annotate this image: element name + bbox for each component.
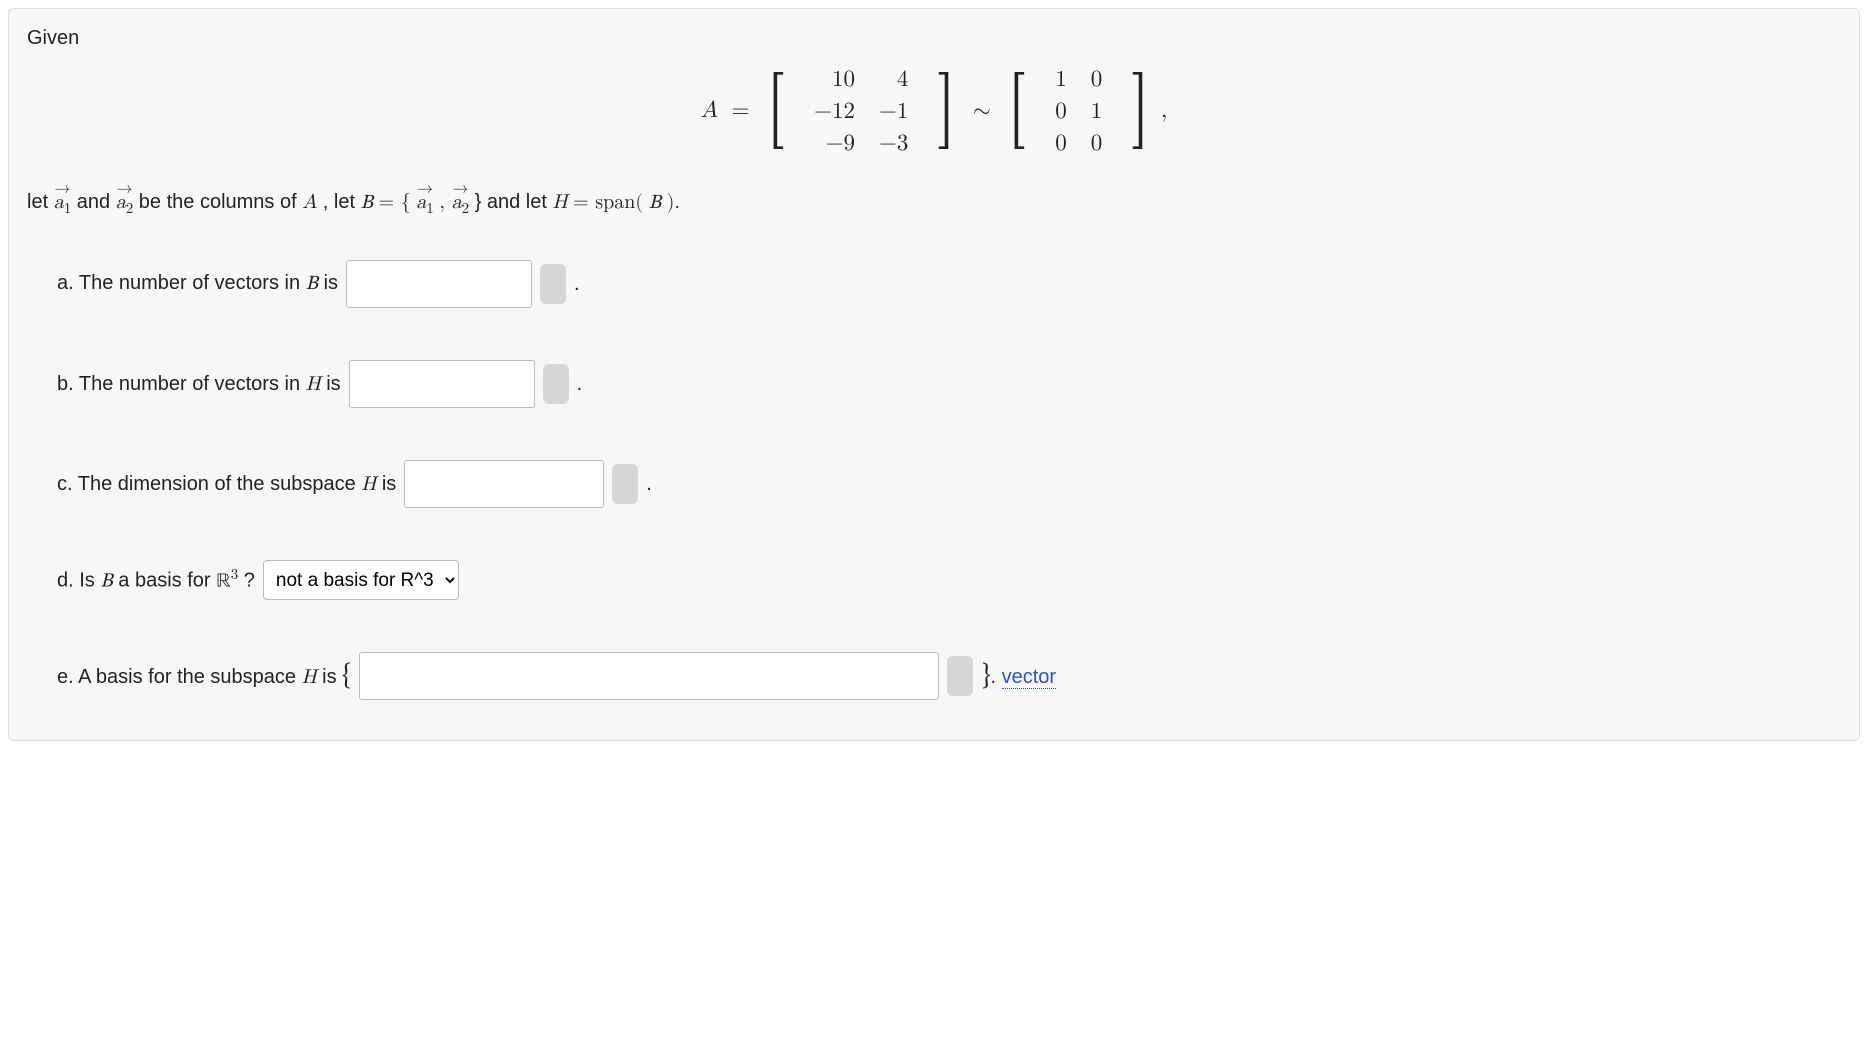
definitions-line: let a1 and a2 be the columns of A , let … (27, 190, 1841, 218)
vector-a2-set: a (452, 190, 462, 214)
sub-2: 2 (462, 201, 470, 216)
text: is (322, 666, 342, 688)
sub-1: 1 (426, 201, 434, 216)
var-B-script: B (649, 193, 661, 213)
text: is (326, 373, 340, 395)
var-H: H (552, 192, 567, 212)
period: . (577, 373, 583, 396)
R-0-1: 0 (1079, 64, 1115, 96)
vector-a2: a (116, 190, 126, 214)
text: a basis for (118, 569, 216, 591)
question-a: a. The number of vectors in B is . (57, 260, 1841, 308)
R-2-1: 0 (1079, 128, 1115, 160)
A-1-0: −12 (802, 96, 867, 128)
matrix-A: [ 104 −12−1 −9−3 ] (763, 62, 959, 162)
preview-c-button[interactable] (612, 464, 638, 504)
left-brace: { (342, 662, 351, 690)
text: = span( (573, 192, 643, 212)
question-b: b. The number of vectors in H is . (57, 360, 1841, 408)
equals-sign: = (732, 99, 750, 122)
tilde-sign: ∼ (973, 99, 991, 122)
var-B-script: B (100, 571, 112, 591)
var-B-script: B (361, 193, 373, 213)
preview-a-button[interactable] (540, 264, 566, 304)
qe-label: e. A basis for the subspace (57, 666, 302, 688)
sub-1: 1 (64, 201, 72, 216)
question-d: d. Is B a basis for ℝ3 ? not a basis for… (57, 560, 1841, 600)
text: let (27, 191, 54, 213)
preview-e-button[interactable] (947, 656, 973, 696)
question-panel: Given A = [ 104 −12−1 −9−3 ] ∼ [ 10 01 0… (8, 8, 1860, 741)
vector-a1-set: a (416, 190, 426, 214)
matrix-R: [ 10 01 00 ] (1004, 62, 1153, 162)
R-1-1: 1 (1079, 96, 1115, 128)
given-label: Given (27, 27, 1841, 50)
qmark: ? (244, 569, 255, 591)
matrix-equation: A = [ 104 −12−1 −9−3 ] ∼ [ 10 01 00 (27, 62, 1841, 162)
qa-label: a. The number of vectors in (57, 272, 306, 294)
A-0-0: 10 (802, 64, 867, 96)
R-2-0: 0 (1043, 128, 1079, 160)
var-H: H (302, 667, 317, 687)
text: , let (323, 191, 361, 213)
text: = { (379, 192, 411, 212)
answer-b-input[interactable] (349, 360, 535, 408)
answer-d-select[interactable]: not a basis for R^3 (263, 560, 459, 600)
A-2-0: −9 (802, 128, 867, 160)
real-R: ℝ (216, 571, 231, 591)
period: . (574, 273, 580, 296)
text: be the columns of (139, 191, 302, 213)
var-A: A (701, 99, 718, 122)
right-bracket-icon: ] (937, 81, 953, 143)
left-bracket-icon: [ (770, 81, 786, 143)
vector-a1: a (54, 190, 64, 214)
text: , (439, 192, 451, 212)
R-1-0: 0 (1043, 96, 1079, 128)
text: is (382, 473, 396, 495)
text: } and let (475, 191, 553, 213)
text: and (77, 191, 116, 213)
A-2-1: −3 (867, 128, 920, 160)
var-A: A (302, 192, 317, 212)
qc-label: c. The dimension of the subspace (57, 473, 361, 495)
answer-e-input[interactable] (359, 652, 939, 700)
period: . (646, 473, 652, 496)
text: is (324, 272, 338, 294)
var-B-script: B (306, 274, 318, 294)
right-bracket-icon: ] (1131, 81, 1147, 143)
question-c: c. The dimension of the subspace H is . (57, 460, 1841, 508)
answer-c-input[interactable] (404, 460, 604, 508)
sup-3: 3 (231, 567, 239, 582)
sub-2: 2 (126, 201, 134, 216)
R-0-0: 1 (1043, 64, 1079, 96)
A-0-1: 4 (867, 64, 920, 96)
var-H: H (361, 474, 376, 494)
preview-b-button[interactable] (543, 364, 569, 404)
period: . (990, 666, 1001, 688)
A-1-1: −1 (867, 96, 920, 128)
trailing-comma: , (1161, 99, 1167, 122)
var-H: H (306, 374, 321, 394)
left-bracket-icon: [ (1011, 81, 1027, 143)
vector-hint-link[interactable]: vector (1002, 666, 1056, 689)
text: ). (667, 192, 680, 212)
question-e: e. A basis for the subspace H is { }. ve… (57, 652, 1841, 700)
qb-label: b. The number of vectors in (57, 373, 306, 395)
qd-label: d. Is (57, 569, 100, 591)
answer-a-input[interactable] (346, 260, 532, 308)
